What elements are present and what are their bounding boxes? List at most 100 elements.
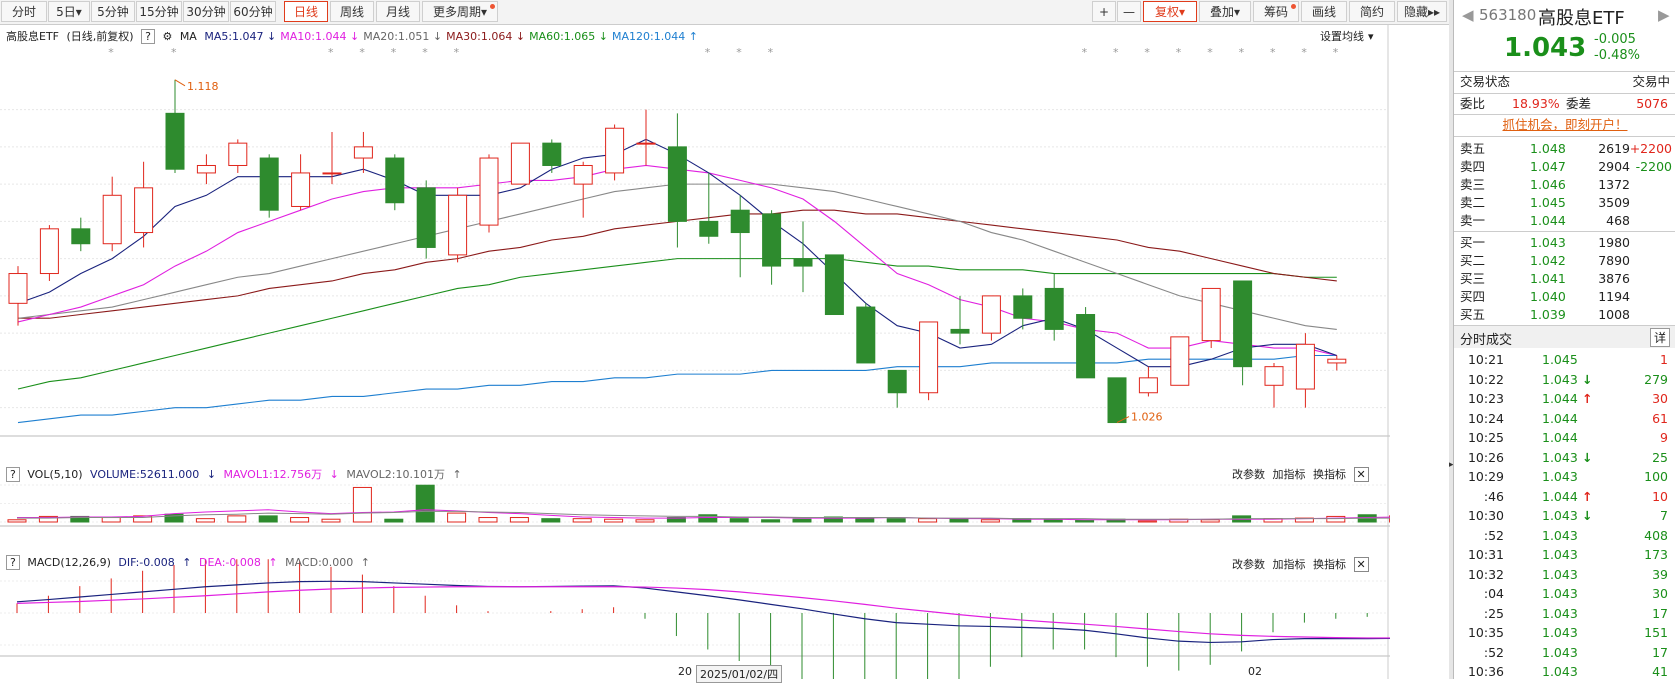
promo-link[interactable]: 抓住机会，即刻开户！ bbox=[1454, 116, 1675, 134]
trade-time: 10:23 bbox=[1460, 390, 1504, 408]
zoom-in-button[interactable]: + bbox=[1092, 1, 1116, 22]
volume-bar bbox=[919, 519, 937, 522]
chips-button[interactable]: 筹码 bbox=[1253, 1, 1299, 22]
notify-dot-icon bbox=[490, 4, 495, 9]
prev-arrow-icon[interactable]: ◀ bbox=[1462, 6, 1474, 24]
volume-bar bbox=[699, 515, 717, 522]
candle-body bbox=[1202, 288, 1220, 340]
legend-name: 高股息ETF bbox=[6, 30, 59, 43]
book-price: 1.048 bbox=[1530, 140, 1566, 158]
next-arrow-icon[interactable]: ▶ bbox=[1658, 6, 1670, 24]
candle-body bbox=[1014, 296, 1032, 318]
switch-indicator-button[interactable]: 换指标 bbox=[1313, 558, 1346, 571]
trade-time: :52 bbox=[1460, 527, 1504, 545]
book-price: 1.045 bbox=[1530, 194, 1566, 212]
draw-button[interactable]: 画线 bbox=[1301, 1, 1347, 22]
edit-params-button[interactable]: 改参数 bbox=[1232, 468, 1265, 481]
arrow-down-icon: ↓ bbox=[1582, 449, 1592, 467]
tab-daily[interactable]: 日线 bbox=[284, 1, 328, 22]
arrow-down-icon: ↓ bbox=[330, 468, 339, 481]
candle-body bbox=[1171, 337, 1189, 385]
overlay-button[interactable]: 叠加▾ bbox=[1199, 1, 1251, 22]
close-icon[interactable]: ✕ bbox=[1354, 557, 1369, 572]
add-indicator-button[interactable]: 加指标 bbox=[1273, 468, 1306, 481]
dividend-marker-icon: * bbox=[171, 46, 177, 59]
vol-legend-volume: VOLUME:52611.000 bbox=[90, 468, 199, 481]
candle-body bbox=[982, 296, 1000, 333]
trade-volume: 17 bbox=[1652, 644, 1668, 662]
dividend-marker-icon: * bbox=[391, 46, 397, 59]
candle-body bbox=[323, 173, 341, 174]
vol-legend-mavol1: MAVOL1:12.756万 bbox=[224, 468, 323, 481]
close-icon[interactable]: ✕ bbox=[1354, 467, 1369, 482]
book-volume: 1980 bbox=[1598, 234, 1630, 252]
tab-fenshi[interactable]: 分时 bbox=[1, 1, 47, 22]
ma-settings-button[interactable]: 设置均线▾ bbox=[1320, 28, 1378, 44]
divider bbox=[1454, 136, 1675, 137]
legend-mode: (日线,前复权) bbox=[67, 30, 134, 43]
gear-icon[interactable]: ⚙ bbox=[162, 30, 172, 43]
candle-body bbox=[103, 195, 121, 243]
tab-5min[interactable]: 5分钟 bbox=[91, 1, 135, 22]
help-icon[interactable]: ? bbox=[141, 29, 155, 44]
edit-params-button[interactable]: 改参数 bbox=[1232, 558, 1265, 571]
trade-time: 10:31 bbox=[1460, 546, 1504, 564]
volume-bar bbox=[636, 520, 654, 522]
volume-bar bbox=[1076, 520, 1094, 522]
trade-row: 10:321.04339 bbox=[1454, 566, 1675, 584]
help-icon[interactable]: ? bbox=[6, 467, 20, 482]
trade-row: 10:361.04341 bbox=[1454, 663, 1675, 681]
book-price: 1.046 bbox=[1530, 176, 1566, 194]
tab-weekly[interactable]: 周线 bbox=[330, 1, 374, 22]
trade-time: 10:21 bbox=[1460, 351, 1504, 369]
dividend-marker-icon: * bbox=[1239, 46, 1245, 59]
book-label: 买四 bbox=[1460, 288, 1485, 306]
candle-body bbox=[951, 329, 969, 333]
tab-5day[interactable]: 5日▾ bbox=[48, 1, 90, 22]
tab-more-periods[interactable]: 更多周期▾ bbox=[422, 1, 498, 22]
dividend-marker-icon: * bbox=[454, 46, 460, 59]
trade-time: :25 bbox=[1460, 605, 1504, 623]
candle-body bbox=[574, 165, 592, 184]
trades-header: 分时成交 详 bbox=[1454, 326, 1675, 348]
hide-label: 隐藏 bbox=[1404, 5, 1428, 19]
candle-body bbox=[9, 274, 27, 304]
add-indicator-button[interactable]: 加指标 bbox=[1273, 558, 1306, 571]
book-price: 1.043 bbox=[1530, 234, 1566, 252]
trade-volume: 39 bbox=[1652, 566, 1668, 584]
tab-monthly[interactable]: 月线 bbox=[376, 1, 420, 22]
trade-price: 1.043 bbox=[1542, 546, 1578, 564]
dea-line bbox=[17, 587, 1390, 638]
book-label: 卖四 bbox=[1460, 158, 1485, 176]
adjust-button[interactable]: 复权▾ bbox=[1143, 1, 1197, 22]
tab-15min[interactable]: 15分钟 bbox=[136, 1, 182, 22]
macd-legend-macd: MACD:0.000 bbox=[285, 556, 353, 569]
ma-legend-item: MA60:1.065 ↓ bbox=[529, 30, 608, 43]
trade-price: 1.043 bbox=[1542, 663, 1578, 681]
bid-row: 买一1.0431980 bbox=[1454, 234, 1675, 252]
main-legend: 高股息ETF (日线,前复权) ? ⚙ MA MA5:1.047 ↓MA10:1… bbox=[6, 28, 706, 44]
candle-body bbox=[794, 259, 812, 266]
tab-30min[interactable]: 30分钟 bbox=[183, 1, 229, 22]
zoom-out-button[interactable]: — bbox=[1117, 1, 1141, 22]
volume-bar bbox=[730, 519, 748, 522]
dividend-marker-icon: * bbox=[328, 46, 334, 59]
trade-time: 10:26 bbox=[1460, 449, 1504, 467]
trade-row: :521.043408 bbox=[1454, 527, 1675, 545]
tab-60min[interactable]: 60分钟 bbox=[230, 1, 276, 22]
hide-button[interactable]: 隐藏▸▸ bbox=[1397, 1, 1447, 22]
switch-indicator-button[interactable]: 换指标 bbox=[1313, 468, 1346, 481]
dividend-marker-icon: * bbox=[422, 46, 428, 59]
weibi-value: 18.93% bbox=[1512, 95, 1560, 113]
candle-body bbox=[731, 210, 749, 232]
candle-body bbox=[543, 143, 561, 165]
simple-button[interactable]: 简约 bbox=[1349, 1, 1395, 22]
trades-detail-button[interactable]: 详 bbox=[1650, 328, 1670, 347]
trade-volume: 100 bbox=[1644, 468, 1668, 486]
kline-chart[interactable]: 1.1101.1001.0901.0801.0701.0601.0501.040… bbox=[0, 25, 1390, 679]
dividend-marker-icon: * bbox=[1301, 46, 1307, 59]
book-price: 1.041 bbox=[1530, 270, 1566, 288]
help-icon[interactable]: ? bbox=[6, 555, 20, 570]
more-periods-label: 更多周期 bbox=[433, 5, 481, 19]
volume-bar bbox=[1138, 521, 1156, 522]
